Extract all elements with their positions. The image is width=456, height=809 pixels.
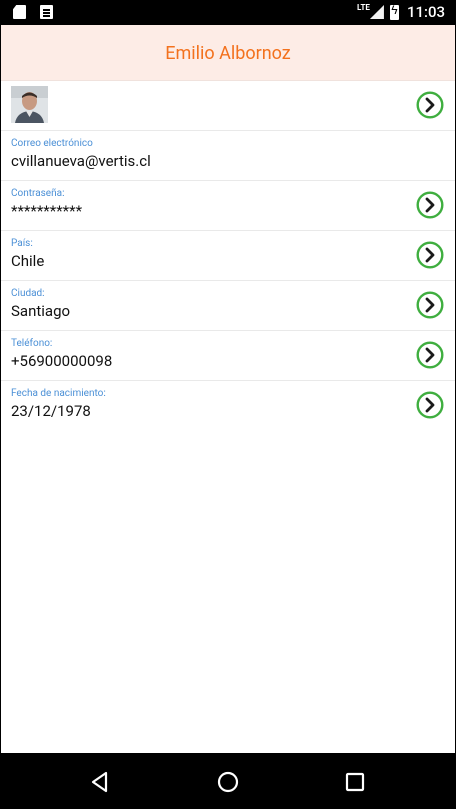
signal-icon: [369, 5, 384, 19]
email-value: cvillanueva@vertis.cl: [11, 152, 151, 170]
chevron-right-circle-icon[interactable]: [416, 341, 444, 369]
phone-label: Teléfono:: [11, 338, 53, 349]
password-value: ***********: [11, 202, 83, 220]
birthdate-value: 23/12/1978: [11, 402, 91, 420]
profile-list: Correo electrónico cvillanueva@vertis.cl…: [1, 81, 455, 430]
chevron-right-circle-icon[interactable]: [416, 391, 444, 419]
avatar: [11, 86, 48, 123]
back-icon[interactable]: [85, 767, 115, 797]
birthdate-label: Fecha de nacimiento:: [11, 388, 106, 399]
notification-icon: [40, 5, 53, 19]
country-value: Chile: [11, 252, 45, 270]
avatar-row[interactable]: [1, 81, 455, 131]
password-row[interactable]: Contraseña: ***********: [1, 181, 455, 231]
recents-icon[interactable]: [340, 767, 370, 797]
home-icon[interactable]: [213, 767, 243, 797]
chevron-right-circle-icon[interactable]: [416, 291, 444, 319]
city-row[interactable]: Ciudad: Santiago: [1, 281, 455, 331]
email-label: Correo electrónico: [11, 138, 93, 149]
screen: LTE 11:03 Emilio Albornoz Correo e: [1, 0, 455, 809]
chevron-right-circle-icon[interactable]: [416, 91, 444, 119]
page-title: Emilio Albornoz: [165, 43, 291, 64]
app-header: Emilio Albornoz: [1, 25, 455, 81]
navigation-bar: [1, 753, 455, 809]
email-row: Correo electrónico cvillanueva@vertis.cl: [1, 131, 455, 181]
chevron-right-circle-icon[interactable]: [416, 241, 444, 269]
password-label: Contraseña:: [11, 188, 65, 199]
battery-charging-icon: [389, 3, 399, 20]
status-bar: LTE 11:03: [1, 0, 455, 25]
phone-row[interactable]: Teléfono: +56900000098: [1, 331, 455, 381]
clock: 11:03: [406, 3, 445, 21]
country-row[interactable]: País: Chile: [1, 231, 455, 281]
city-label: Ciudad:: [11, 288, 45, 299]
birthdate-row[interactable]: Fecha de nacimiento: 23/12/1978: [1, 381, 455, 430]
sd-card-icon: [13, 5, 26, 19]
country-label: País:: [11, 238, 33, 249]
phone-value: +56900000098: [11, 352, 113, 370]
chevron-right-circle-icon[interactable]: [416, 191, 444, 219]
network-type-label: LTE: [357, 2, 370, 12]
city-value: Santiago: [11, 302, 71, 320]
